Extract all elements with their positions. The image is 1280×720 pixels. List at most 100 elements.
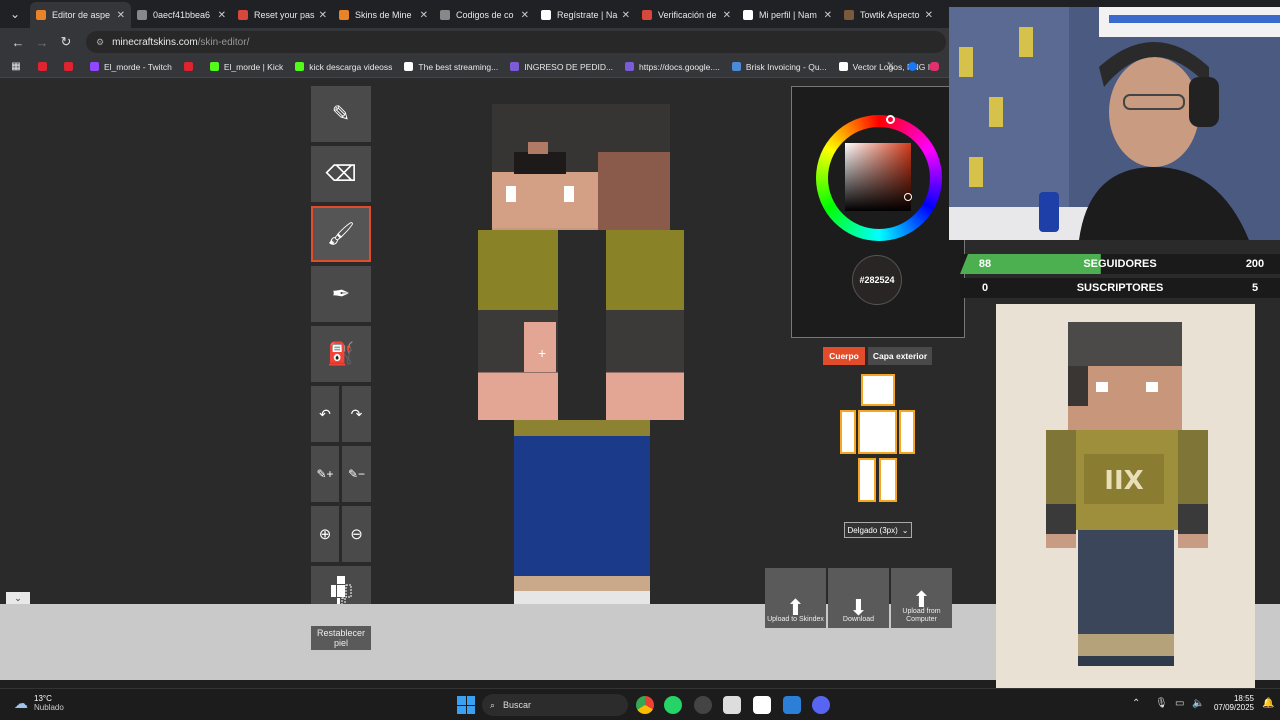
close-icon[interactable]: ✕ <box>420 10 428 21</box>
pencil-tool-button[interactable]: ✎ <box>311 86 371 142</box>
close-icon[interactable]: ✕ <box>521 10 529 21</box>
saturation-value-square[interactable] <box>845 143 911 211</box>
bookmark-item[interactable] <box>38 62 52 71</box>
action-icon: ⬇ <box>849 595 868 620</box>
network-icon[interactable]: ▭ <box>1175 698 1184 709</box>
browser-tab[interactable]: Codigos de co ✕ <box>434 2 535 28</box>
obs-taskbar-icon[interactable] <box>723 696 741 714</box>
current-color-swatch[interactable]: #282524 <box>852 255 902 305</box>
instagram-bookmark-icon[interactable] <box>930 62 939 71</box>
weather-widget[interactable]: ☁ 13°C Nublado <box>14 694 64 712</box>
bookmark-favicon-icon <box>209 62 219 71</box>
eraser-tool-button[interactable]: ⌫ <box>311 146 371 202</box>
bookmark-item[interactable]: El_morde | Kick <box>209 62 283 72</box>
action-icon: ⬆ <box>786 595 805 620</box>
bookmark-item[interactable] <box>183 62 198 71</box>
close-icon[interactable]: ✕ <box>319 10 327 21</box>
tray-overflow-icon[interactable]: ⌃ <box>1132 698 1140 709</box>
lighten-button[interactable]: ✎− <box>342 446 371 502</box>
notifications-icon[interactable]: 🔔 <box>1262 698 1274 709</box>
chrome-taskbar-icon[interactable] <box>636 696 654 714</box>
part-body[interactable] <box>858 410 897 454</box>
sv-handle[interactable] <box>904 193 912 201</box>
action-button-1[interactable]: ⬇ Download <box>828 568 889 628</box>
back-button[interactable]: ← <box>6 35 30 50</box>
redo-button[interactable]: ↷ <box>342 386 371 442</box>
webcam-feed-image <box>949 7 1280 240</box>
clock-date: 07/09/2025 <box>1213 703 1254 712</box>
browser-tab[interactable]: Verificación de ✕ <box>636 2 737 28</box>
bookmark-item[interactable]: https://docs.google.... <box>625 62 720 72</box>
bookmark-item[interactable]: INGRESO DE PEDID... <box>510 62 613 72</box>
part-right-arm[interactable] <box>899 410 915 454</box>
subscribers-label: SUSCRIPTORES <box>1076 282 1164 294</box>
site-info-icon[interactable]: ⚙ <box>96 37 104 48</box>
discord-taskbar-icon[interactable] <box>812 696 830 714</box>
arm-width-select[interactable]: Delgado (3px) ⌄ <box>844 522 912 538</box>
skin-torso-gap <box>558 230 606 420</box>
zoom-out-button[interactable]: ⊖ <box>342 506 371 562</box>
taskbar-search[interactable]: ⌕ Buscar <box>482 694 628 716</box>
skin-hair-fringe <box>514 152 566 174</box>
skin-3d-preview[interactable]: IIX <box>996 304 1255 692</box>
browser-tab[interactable]: Mi perfil | Nam ✕ <box>737 2 838 28</box>
bucket-tool-button[interactable]: ⛽ <box>311 326 371 382</box>
action-button-0[interactable]: ⬆ Upload to Skindex <box>765 568 826 628</box>
layer-tab-body[interactable]: Cuerpo <box>823 347 865 365</box>
part-left-arm[interactable] <box>840 410 856 454</box>
reload-button[interactable]: ↻ <box>54 34 78 50</box>
whatsapp-taskbar-icon[interactable] <box>664 696 682 714</box>
close-icon[interactable]: ✕ <box>218 10 226 21</box>
followers-current: 88 <box>978 258 992 270</box>
browser-tab[interactable]: 0aecf41bbea6 ✕ <box>131 2 232 28</box>
part-right-leg[interactable] <box>879 458 897 502</box>
tab-title: Towtik Aspecto <box>860 10 920 20</box>
close-icon[interactable]: ✕ <box>824 10 832 21</box>
paint-taskbar-icon[interactable] <box>783 696 801 714</box>
collapse-toggle[interactable]: ⌄ <box>6 592 30 604</box>
browser-tab[interactable]: Editor de aspe ✕ <box>30 2 131 28</box>
part-left-leg[interactable] <box>858 458 876 502</box>
bookmark-item[interactable]: Brisk Invoicing - Qu... <box>731 62 827 72</box>
url-field[interactable]: ⚙ minecraftskins.com/skin-editor/ <box>86 31 946 53</box>
close-icon[interactable]: ✕ <box>117 10 125 21</box>
tab-title: Editor de aspe <box>52 10 111 20</box>
tab-favicon-icon <box>238 10 248 20</box>
action-button-2[interactable]: ⬆ Upload from Computer <box>891 568 952 628</box>
eraser-icon: ⌫ <box>325 161 357 186</box>
mic-icon[interactable]: 🎙 <box>1155 698 1168 709</box>
forward-button[interactable]: → <box>30 35 54 50</box>
close-icon[interactable]: ✕ <box>925 10 933 21</box>
apps-icon[interactable]: ▦ <box>6 61 26 72</box>
bookmark-item[interactable]: The best streaming... <box>404 62 498 72</box>
bookmark-item[interactable] <box>64 62 78 71</box>
part-head[interactable] <box>861 374 895 406</box>
brush-tool-button[interactable]: 🖌 <box>311 206 371 262</box>
layer-tab-outer[interactable]: Capa exterior <box>868 347 932 365</box>
capcut-taskbar-icon[interactable] <box>753 696 771 714</box>
browser-tab[interactable]: Regístrate | Na ✕ <box>535 2 636 28</box>
browser-tab[interactable]: Towtik Aspecto ✕ <box>838 2 939 28</box>
tab-search-button[interactable]: ⌄ <box>0 0 30 28</box>
bookmark-item[interactable]: El_morde - Twitch <box>90 62 172 72</box>
facebook-bookmark-icon[interactable] <box>908 62 917 71</box>
browser-tab[interactable]: Skins de Mine ✕ <box>333 2 434 28</box>
close-icon[interactable]: ✕ <box>622 10 630 21</box>
x-bookmark-icon[interactable]: 𝕏 <box>887 61 894 72</box>
clock[interactable]: 18:55 07/09/2025 <box>1206 694 1254 712</box>
windows-taskbar: ☁ 13°C Nublado ⌕ Buscar ⌃ 🎙 ▭ 🔈 18:55 07… <box>0 688 1280 720</box>
skin-3d-render: IIX <box>996 304 1255 692</box>
zoom-in-button[interactable]: ⊕ <box>311 506 339 562</box>
webcam-overlay <box>949 7 1280 240</box>
close-icon[interactable]: ✕ <box>723 10 731 21</box>
start-button[interactable] <box>457 696 475 714</box>
browser-tab[interactable]: Reset your pas ✕ <box>232 2 333 28</box>
bookmark-item[interactable]: kick descarga videoss <box>295 62 392 72</box>
bookmark-favicon-icon <box>38 62 47 71</box>
app-taskbar-icon[interactable] <box>694 696 712 714</box>
volume-icon[interactable]: 🔈 <box>1192 698 1204 709</box>
darken-button[interactable]: ✎+ <box>311 446 339 502</box>
eyedropper-tool-button[interactable]: ✒ <box>311 266 371 322</box>
undo-button[interactable]: ↶ <box>311 386 339 442</box>
tab-title: Mi perfil | Nam <box>759 10 817 20</box>
